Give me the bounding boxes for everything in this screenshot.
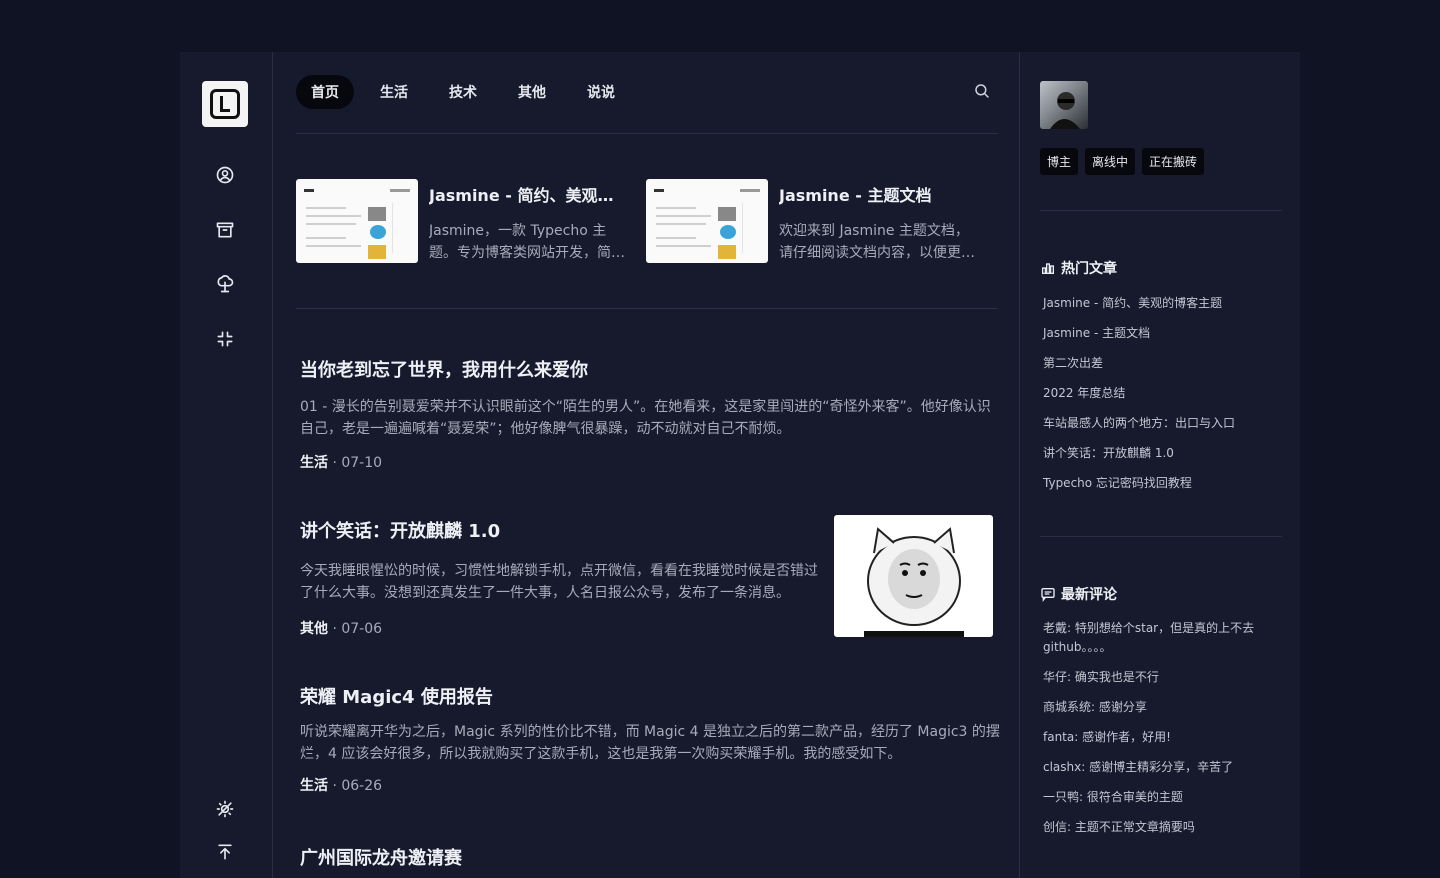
comments-list: 老戴: 特别想给个star，但是真的上不去github。。。。 华仔: 确实我也… bbox=[1043, 619, 1283, 848]
post-date: 07-10 bbox=[341, 455, 383, 471]
post-category[interactable]: 生活 bbox=[300, 455, 328, 471]
post-title[interactable]: 广州国际龙舟邀请赛 bbox=[300, 844, 1000, 870]
post-item[interactable]: 讲个笑话：开放麒麟 1.0 今天我睡眼惺忪的时候，习惯性地解锁手机，点开微信，看… bbox=[300, 517, 825, 638]
hot-post-link[interactable]: 讲个笑话：开放麒麟 1.0 bbox=[1043, 445, 1283, 475]
comment-item[interactable]: 老戴: 特别想给个star，但是真的上不去github。。。。 bbox=[1043, 619, 1283, 657]
hot-post-link[interactable]: Jasmine - 简约、美观的博客主题 bbox=[1043, 295, 1283, 325]
post-excerpt: 听说荣耀离开华为之后，Magic 系列的性价比不错，而 Magic 4 是独立之… bbox=[300, 724, 1000, 762]
profile-badges: 博主 离线中 正在搬砖 bbox=[1040, 148, 1211, 175]
bar-chart-icon bbox=[1042, 263, 1054, 274]
back-to-top-icon[interactable] bbox=[214, 841, 236, 863]
hot-post-link[interactable]: Jasmine - 主题文档 bbox=[1043, 325, 1283, 355]
hot-post-link[interactable]: Typecho 忘记密码找回教程 bbox=[1043, 475, 1283, 505]
post-title[interactable]: 当你老到忘了世界，我用什么来爱你 bbox=[300, 356, 1000, 382]
post-date: 07-06 bbox=[341, 621, 383, 637]
sidebar-divider bbox=[1040, 210, 1282, 211]
site-logo[interactable] bbox=[202, 81, 248, 127]
archive-icon[interactable] bbox=[214, 219, 236, 241]
nav-divider bbox=[296, 133, 998, 134]
post-thumbnail[interactable] bbox=[834, 515, 993, 637]
featured-desc: Jasmine，一款 Typecho 主题。专为博客类网站开发，简约、美观 bbox=[429, 223, 611, 261]
hot-posts-title: 热门文章 bbox=[1061, 261, 1117, 277]
comment-item[interactable]: 商城系统: 感谢分享 bbox=[1043, 698, 1283, 717]
cloud-tree-icon[interactable] bbox=[214, 273, 236, 295]
nav-life[interactable]: 生活 bbox=[365, 75, 423, 109]
featured-card[interactable]: Jasmine - 简约、美观的博客主题 Jasmine，一款 Typecho … bbox=[296, 179, 629, 265]
hot-post-link[interactable]: 第二次出差 bbox=[1043, 355, 1283, 385]
featured-desc: 欢迎来到 Jasmine 主题文档，请仔细阅读文档内容，以便更好地使用 bbox=[779, 223, 975, 261]
featured-title: Jasmine - 主题文档 bbox=[779, 186, 932, 205]
post-category[interactable]: 其他 bbox=[300, 621, 328, 637]
nav-tech[interactable]: 技术 bbox=[434, 75, 492, 109]
theme-toggle-icon[interactable] bbox=[214, 798, 236, 820]
nav-moments[interactable]: 说说 bbox=[572, 75, 630, 109]
post-item[interactable]: 当你老到忘了世界，我用什么来爱你 01 - 漫长的告别聂爱荣并不认识眼前这个“陌… bbox=[300, 356, 1000, 472]
post-date: 06-26 bbox=[341, 778, 383, 794]
post-title[interactable]: 讲个笑话：开放麒麟 1.0 bbox=[300, 517, 825, 543]
avatar[interactable] bbox=[1040, 81, 1088, 129]
top-nav: 首页 生活 技术 其他 说说 bbox=[296, 75, 641, 109]
post-meta: 生活 · 07-10 bbox=[300, 455, 383, 471]
nav-other[interactable]: 其他 bbox=[503, 75, 561, 109]
comment-item[interactable]: 华仔: 确实我也是不行 bbox=[1043, 668, 1283, 687]
hot-post-link[interactable]: 2022 年度总结 bbox=[1043, 385, 1283, 415]
badge-status: 离线中 bbox=[1085, 148, 1136, 175]
post-meta: 生活 · 06-26 bbox=[300, 778, 383, 794]
badge-owner: 博主 bbox=[1040, 148, 1079, 175]
post-item[interactable]: 荣耀 Magic4 使用报告 听说荣耀离开华为之后，Magic 系列的性价比不错… bbox=[300, 683, 1000, 795]
right-sidebar: 博主 离线中 正在搬砖 热门文章 Jasmine - 简约、美观的博客主题 Ja… bbox=[1019, 52, 1301, 878]
collapse-icon[interactable] bbox=[214, 328, 236, 350]
comment-item[interactable]: clashx: 感谢博主精彩分享，辛苦了 bbox=[1043, 758, 1283, 777]
badge-activity: 正在搬砖 bbox=[1142, 148, 1205, 175]
sidebar-divider bbox=[1040, 536, 1282, 537]
page-frame: 首页 生活 技术 其他 说说 Jasmine - 简约、美观的博客主题 Jasm… bbox=[180, 52, 1300, 878]
search-icon[interactable] bbox=[973, 82, 993, 102]
post-excerpt: 01 - 漫长的告别聂爱荣并不认识眼前这个“陌生的男人”。在她看来，这是家里闯进… bbox=[300, 399, 991, 437]
comment-item[interactable]: 一只鸭: 很符合审美的主题 bbox=[1043, 788, 1283, 807]
hot-posts-heading: 热门文章 bbox=[1040, 258, 1117, 278]
featured-thumbnail bbox=[296, 179, 418, 263]
left-rail bbox=[180, 52, 273, 878]
post-item[interactable]: 广州国际龙舟邀请赛 bbox=[300, 844, 1000, 870]
post-excerpt: 今天我睡眼惺忪的时候，习惯性地解锁手机，点开微信，看看在我睡觉时候是否错过了什么… bbox=[300, 563, 818, 601]
main-content: 首页 生活 技术 其他 说说 Jasmine - 简约、美观的博客主题 Jasm… bbox=[273, 52, 1019, 878]
comment-item[interactable]: 创信: 主题不正常文章摘要吗 bbox=[1043, 818, 1283, 837]
user-icon[interactable] bbox=[214, 164, 236, 186]
comment-item[interactable]: fanta: 感谢作者，好用! bbox=[1043, 728, 1283, 747]
featured-divider bbox=[296, 308, 998, 309]
featured-title: Jasmine - 简约、美观的博客主题 bbox=[429, 186, 629, 205]
comments-heading: 最新评论 bbox=[1040, 584, 1117, 604]
post-category[interactable]: 生活 bbox=[300, 778, 328, 794]
hot-posts-list: Jasmine - 简约、美观的博客主题 Jasmine - 主题文档 第二次出… bbox=[1043, 295, 1283, 505]
hot-post-link[interactable]: 车站最感人的两个地方：出口与入口 bbox=[1043, 415, 1283, 445]
logo-mark bbox=[210, 89, 240, 119]
post-title[interactable]: 荣耀 Magic4 使用报告 bbox=[300, 683, 1000, 709]
post-meta: 其他 · 07-06 bbox=[300, 621, 383, 637]
featured-card[interactable]: Jasmine - 主题文档 欢迎来到 Jasmine 主题文档，请仔细阅读文档… bbox=[646, 179, 976, 265]
comments-title: 最新评论 bbox=[1061, 587, 1117, 603]
nav-home[interactable]: 首页 bbox=[296, 75, 354, 109]
comment-icon bbox=[1041, 588, 1055, 602]
featured-thumbnail bbox=[646, 179, 768, 263]
